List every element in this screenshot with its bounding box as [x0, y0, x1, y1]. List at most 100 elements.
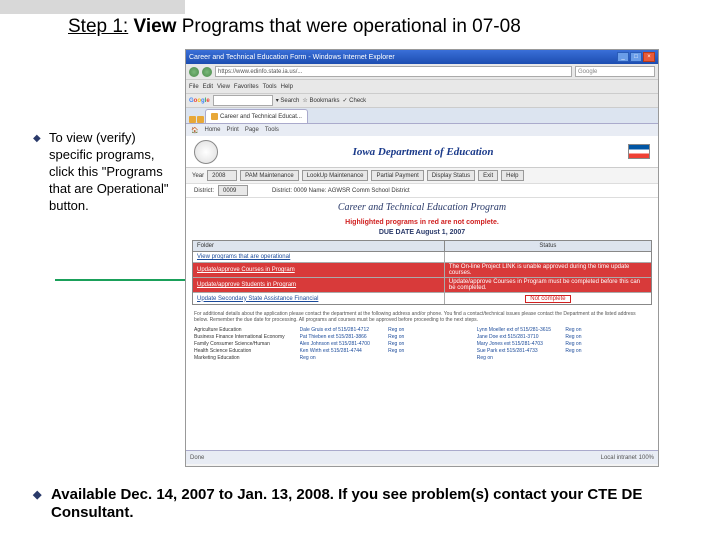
- contact-link[interactable]: Dale Gruis ext of 515/281-4712: [300, 327, 385, 333]
- state-seal-icon: [194, 140, 218, 164]
- district-select[interactable]: 0009: [218, 185, 248, 196]
- address-bar-row: https://www.edinfo.state.ia.us/... Googl…: [186, 64, 658, 80]
- close-button[interactable]: ×: [643, 52, 655, 62]
- favorites-star-icon[interactable]: [189, 116, 196, 123]
- forward-icon[interactable]: [202, 67, 212, 77]
- district-label: District:: [194, 188, 214, 194]
- year-label: Year: [192, 173, 204, 179]
- contact-link[interactable]: Reg on: [565, 327, 650, 333]
- contact-link[interactable]: Reg on: [477, 355, 562, 361]
- status-cell: Not complete: [445, 293, 651, 304]
- year-select[interactable]: 2008: [207, 170, 237, 181]
- tab-active[interactable]: Career and Technical Educat...: [205, 109, 308, 123]
- contact-link[interactable]: Reg on: [565, 341, 650, 347]
- table-row: View programs that are operational: [193, 252, 651, 263]
- menu-view[interactable]: View: [217, 84, 230, 90]
- contact-link[interactable]: Lynn Moeller ext of 515/281-3615: [477, 327, 562, 333]
- contact-link[interactable]: Sue Park ext 515/281-4733: [477, 348, 562, 354]
- title-bold: View: [134, 16, 177, 37]
- contact-link[interactable]: Reg on: [388, 334, 473, 340]
- browser-screenshot: Career and Technical Education Form - Wi…: [185, 49, 659, 467]
- maximize-button[interactable]: □: [630, 52, 642, 62]
- title-rest: Programs that were operational in 07-08: [176, 16, 520, 37]
- update-students-link[interactable]: Update/approve Students in Program: [193, 278, 445, 292]
- minimize-button[interactable]: _: [617, 52, 629, 62]
- view-programs-link[interactable]: View programs that are operational: [193, 252, 445, 262]
- contact-category: Health Science Education: [194, 348, 296, 354]
- bullet-1: ◆ To view (verify) specific programs, cl…: [33, 130, 173, 214]
- window-title: Career and Technical Education Form - Wi…: [189, 54, 395, 61]
- command-bar: 🏠 Home Print Page Tools: [186, 124, 658, 136]
- district-row: District: 0009 District: 0009 Name: AGWS…: [186, 184, 658, 198]
- header-strip: [0, 0, 185, 14]
- help-button[interactable]: Help: [501, 170, 523, 181]
- contact-link[interactable]: Jane Doe ext 515/281-3710: [477, 334, 562, 340]
- contact-category: Marketing Education: [194, 355, 296, 361]
- window-titlebar: Career and Technical Education Form - Wi…: [186, 50, 658, 64]
- tab-favicon-icon: [211, 113, 218, 120]
- contact-link[interactable]: Ken Wirth ext 515/281-4744: [300, 348, 385, 354]
- district-info: District: 0009 Name: AGWSR Comm School D…: [272, 188, 410, 194]
- display-status-button[interactable]: Display Status: [427, 170, 475, 181]
- update-financial-link[interactable]: Update Secondary State Assistance Financ…: [193, 293, 445, 304]
- status-right: Local intranet 100%: [601, 455, 654, 461]
- home-icon[interactable]: 🏠: [191, 127, 198, 134]
- tab-label: Career and Technical Educat...: [220, 114, 302, 120]
- contact-link[interactable]: [388, 355, 473, 361]
- menu-file[interactable]: File: [189, 84, 199, 90]
- contact-link[interactable]: Reg on: [565, 348, 650, 354]
- address-input[interactable]: https://www.edinfo.state.ia.us/...: [215, 66, 572, 77]
- google-tool-1[interactable]: ▾ Search: [276, 97, 300, 104]
- exit-button[interactable]: Exit: [478, 170, 498, 181]
- menu-edit[interactable]: Edit: [203, 84, 213, 90]
- th-folder: Folder: [193, 241, 445, 251]
- status-cell: The On-line Project LINK is unable appro…: [445, 263, 651, 277]
- back-icon[interactable]: [189, 67, 199, 77]
- warning-text: Highlighted programs in red are not comp…: [186, 217, 658, 228]
- table-row: Update/approve Courses in Program The On…: [193, 263, 651, 278]
- cmd-page[interactable]: Page: [245, 127, 259, 133]
- page-content: Iowa Department of Education Year 2008 P…: [186, 136, 658, 464]
- contacts-grid: Agriculture EducationDale Gruis ext of 5…: [194, 327, 650, 361]
- contact-link[interactable]: Reg on: [565, 334, 650, 340]
- contact-link[interactable]: Pat Thieben ext 515/281-3866: [300, 334, 385, 340]
- dept-header: Iowa Department of Education: [186, 136, 658, 168]
- fine-print: For additional details about the applica…: [194, 311, 650, 323]
- status-cell: Update/approve Courses in Program must b…: [445, 278, 651, 292]
- contact-link[interactable]: Reg on: [388, 327, 473, 333]
- contact-link[interactable]: Reg on: [300, 355, 385, 361]
- table-row: Update/approve Students in Program Updat…: [193, 278, 651, 293]
- due-date-text: DUE DATE August 1, 2007: [186, 228, 658, 240]
- update-courses-link[interactable]: Update/approve Courses in Program: [193, 263, 445, 277]
- bullet-marker-icon: ◆: [33, 489, 45, 522]
- cmd-home[interactable]: Home: [204, 127, 220, 133]
- arrow-line: [55, 279, 205, 281]
- contact-link[interactable]: [565, 355, 650, 361]
- lookup-button[interactable]: LookUp Maintenance: [302, 170, 369, 181]
- contact-link[interactable]: Alex Johnson ext 515/281-4700: [300, 341, 385, 347]
- menu-favorites[interactable]: Favorites: [234, 84, 259, 90]
- contact-link[interactable]: Reg on: [388, 348, 473, 354]
- window-buttons: _ □ ×: [617, 52, 655, 62]
- section-title: Career and Technical Education Program: [186, 198, 658, 217]
- action-table: Folder Status View programs that are ope…: [192, 240, 652, 305]
- pam-button[interactable]: PAM Maintenance: [240, 170, 299, 181]
- cmd-tools[interactable]: Tools: [265, 127, 279, 133]
- menu-help[interactable]: Help: [281, 84, 293, 90]
- partial-button[interactable]: Partial Payment: [371, 170, 423, 181]
- add-favorite-icon[interactable]: [197, 116, 204, 123]
- contact-link[interactable]: Reg on: [388, 341, 473, 347]
- cmd-print[interactable]: Print: [227, 127, 239, 133]
- google-search-input[interactable]: [213, 95, 273, 106]
- title-step: Step 1:: [68, 16, 128, 37]
- flag-icon: [628, 144, 650, 159]
- bullet-1-text: To view (verify) specific programs, clic…: [49, 130, 173, 214]
- search-input[interactable]: Google: [575, 66, 655, 77]
- menu-bar: File Edit View Favorites Tools Help: [186, 80, 658, 94]
- th-status: Status: [445, 241, 651, 251]
- menu-tools[interactable]: Tools: [263, 84, 277, 90]
- google-tool-2[interactable]: ☆ Bookmarks: [302, 97, 339, 104]
- contact-category: Business Finance International Economy: [194, 334, 296, 340]
- google-tool-3[interactable]: ✓ Check: [342, 97, 366, 104]
- contact-link[interactable]: Mary Jones ext 515/281-4703: [477, 341, 562, 347]
